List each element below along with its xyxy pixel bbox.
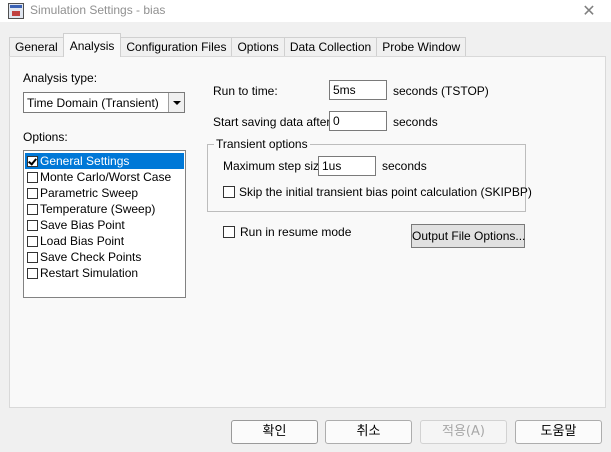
run-to-time-unit: seconds (TSTOP) [393, 84, 489, 98]
option-general-settings[interactable]: General Settings [25, 153, 184, 169]
transient-options-group [207, 144, 526, 212]
option-load-bias-point[interactable]: Load Bias Point [25, 233, 184, 249]
option-parametric-sweep[interactable]: Parametric Sweep [25, 185, 184, 201]
tab-data-collection[interactable]: Data Collection [283, 37, 378, 57]
max-step-label: Maximum step size: [223, 159, 330, 173]
checkbox-icon[interactable] [27, 204, 38, 215]
apply-button[interactable]: 적용(A) [420, 420, 507, 444]
checkbox-checked-icon[interactable] [27, 156, 38, 167]
start-saving-label: Start saving data after: [213, 115, 334, 129]
checkbox-icon[interactable] [27, 188, 38, 199]
resume-mode-label: Run in resume mode [240, 225, 352, 239]
analysis-type-select[interactable]: Time Domain (Transient) [23, 92, 185, 113]
tab-configuration-files[interactable]: Configuration Files [120, 37, 233, 57]
options-list[interactable]: General Settings Monte Carlo/Worst Case … [23, 150, 186, 298]
checkbox-icon[interactable] [27, 268, 38, 279]
checkbox-icon[interactable] [27, 236, 38, 247]
option-save-bias-point[interactable]: Save Bias Point [25, 217, 184, 233]
chevron-down-icon[interactable] [168, 93, 184, 112]
start-saving-unit: seconds [393, 115, 438, 129]
option-label: Save Bias Point [40, 218, 125, 232]
option-label: Temperature (Sweep) [40, 202, 156, 216]
app-icon [8, 3, 24, 19]
cancel-button[interactable]: 취소 [325, 420, 412, 444]
checkbox-icon[interactable] [27, 252, 38, 263]
option-label: Restart Simulation [40, 266, 139, 280]
run-to-time-input[interactable]: 5ms [329, 80, 387, 100]
option-save-check-points[interactable]: Save Check Points [25, 249, 184, 265]
option-label: Load Bias Point [40, 234, 125, 248]
run-to-time-value: 5ms [333, 83, 356, 97]
max-step-value: 1us [322, 159, 342, 173]
checkbox-icon[interactable] [27, 220, 38, 231]
tab-options[interactable]: Options [231, 37, 285, 57]
checkbox-icon[interactable] [27, 172, 38, 183]
max-step-unit: seconds [382, 159, 427, 173]
analysis-type-label: Analysis type: [23, 71, 98, 85]
run-to-time-label: Run to time: [213, 84, 278, 98]
title-bar: Simulation Settings - bias ✕ [0, 0, 611, 22]
tab-analysis[interactable]: Analysis [62, 33, 122, 57]
close-icon[interactable]: ✕ [577, 0, 601, 22]
window-title: Simulation Settings - bias [30, 3, 166, 17]
skip-bias-label: Skip the initial transient bias point ca… [239, 185, 532, 199]
output-file-options-button[interactable]: Output File Options... [411, 224, 525, 248]
option-label: Parametric Sweep [40, 186, 139, 200]
analysis-type-value: Time Domain (Transient) [27, 96, 159, 110]
option-restart-simulation[interactable]: Restart Simulation [25, 265, 184, 281]
start-saving-value: 0 [333, 114, 340, 128]
max-step-input[interactable]: 1us [318, 156, 376, 176]
transient-options-title: Transient options [214, 137, 310, 151]
tab-general[interactable]: General [9, 37, 64, 57]
option-label: General Settings [40, 154, 130, 168]
option-temperature-sweep[interactable]: Temperature (Sweep) [25, 201, 184, 217]
resume-mode-checkbox[interactable] [223, 226, 235, 238]
option-monte-carlo[interactable]: Monte Carlo/Worst Case [25, 169, 184, 185]
help-button[interactable]: 도움말 [515, 420, 602, 444]
options-label: Options: [23, 130, 68, 144]
ok-button[interactable]: 확인 [231, 420, 318, 444]
tab-strip: General Analysis Configuration Files Opt… [9, 33, 467, 57]
option-label: Monte Carlo/Worst Case [40, 170, 172, 184]
start-saving-input[interactable]: 0 [329, 111, 387, 131]
option-label: Save Check Points [40, 250, 142, 264]
skip-bias-checkbox[interactable] [223, 186, 235, 198]
tab-probe-window[interactable]: Probe Window [376, 37, 467, 57]
